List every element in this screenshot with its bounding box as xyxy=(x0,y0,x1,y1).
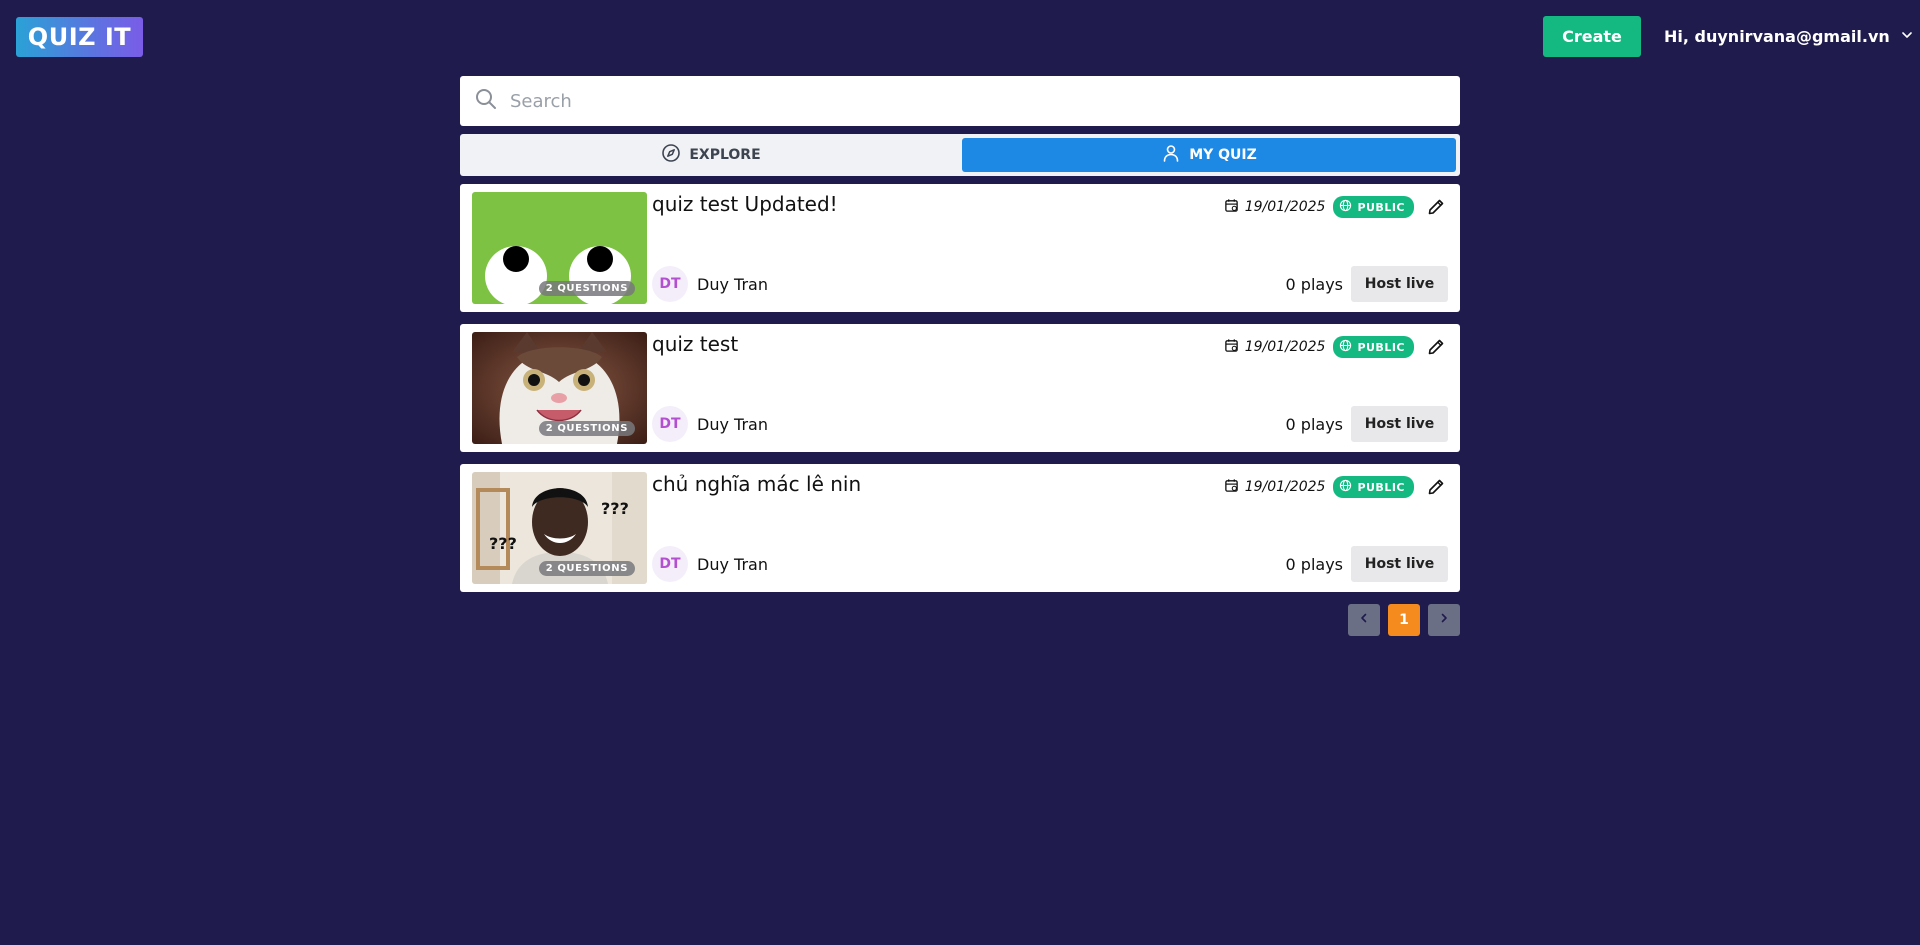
quiz-title[interactable]: chủ nghĩa mác lê nin xyxy=(652,472,861,496)
globe-icon xyxy=(1339,199,1352,215)
questions-count-badge: 2 QUESTIONS xyxy=(538,281,635,296)
question-marks-label: ??? xyxy=(601,499,629,518)
quiz-card[interactable]: ??? ??? 2 QUESTIONS chủ nghĩa mác lê nin… xyxy=(460,464,1460,592)
compass-icon xyxy=(661,143,681,167)
quiz-card[interactable]: 2 QUESTIONS quiz test Updated! 19/01/202… xyxy=(460,184,1460,312)
author-name: Duy Tran xyxy=(697,274,768,294)
quiz-actions: 0 plays Host live xyxy=(1286,266,1448,302)
quiz-author: DT Duy Tran xyxy=(652,546,768,582)
search-bar xyxy=(460,76,1460,126)
plays-count: 0 plays xyxy=(1285,414,1343,434)
quiz-author: DT Duy Tran xyxy=(652,266,768,302)
quiz-author: DT Duy Tran xyxy=(652,406,768,442)
page-number-button[interactable]: 1 xyxy=(1388,604,1420,636)
host-live-button[interactable]: Host live xyxy=(1351,406,1448,442)
quiz-thumbnail: 2 QUESTIONS xyxy=(472,192,647,304)
host-live-button[interactable]: Host live xyxy=(1351,266,1448,302)
edit-pencil-icon[interactable] xyxy=(1426,337,1446,357)
quiz-tabs: EXPLORE MY QUIZ xyxy=(460,134,1460,176)
plays-count: 0 plays xyxy=(1285,554,1343,574)
tab-explore-label: EXPLORE xyxy=(689,147,761,163)
plays-count: 0 plays xyxy=(1285,274,1343,294)
visibility-badge: PUBLIC xyxy=(1333,196,1414,218)
globe-icon xyxy=(1339,339,1352,355)
quiz-meta: 19/01/2025 PUBLIC xyxy=(1224,476,1446,498)
questions-count-badge: 2 QUESTIONS xyxy=(538,561,635,576)
pagination: 1 xyxy=(1348,604,1460,636)
globe-icon xyxy=(1339,479,1352,495)
tab-my-quiz-label: MY QUIZ xyxy=(1189,147,1257,163)
quiz-card[interactable]: 2 QUESTIONS quiz test 19/01/2025 PUBLIC … xyxy=(460,324,1460,452)
quiz-title[interactable]: quiz test Updated! xyxy=(652,192,838,216)
calendar-icon xyxy=(1224,478,1239,497)
quiz-meta: 19/01/2025 PUBLIC xyxy=(1224,196,1446,218)
user-icon xyxy=(1161,143,1181,167)
question-marks-label: ??? xyxy=(489,534,517,553)
visibility-label: PUBLIC xyxy=(1357,480,1405,494)
quiz-meta: 19/01/2025 PUBLIC xyxy=(1224,336,1446,358)
avatar: DT xyxy=(652,406,688,442)
quiz-thumbnail: ??? ??? 2 QUESTIONS xyxy=(472,472,647,584)
quiz-title[interactable]: quiz test xyxy=(652,332,738,356)
search-icon xyxy=(474,87,498,115)
chevron-left-icon xyxy=(1358,612,1370,628)
avatar: DT xyxy=(652,546,688,582)
quiz-date: 19/01/2025 xyxy=(1244,479,1326,495)
quiz-thumbnail: 2 QUESTIONS xyxy=(472,332,647,444)
edit-pencil-icon[interactable] xyxy=(1426,477,1446,497)
calendar-icon xyxy=(1224,198,1239,217)
visibility-label: PUBLIC xyxy=(1357,200,1405,214)
visibility-badge: PUBLIC xyxy=(1333,476,1414,498)
user-menu[interactable]: Hi, duynirvana@gmail.vn xyxy=(1664,16,1914,57)
author-name: Duy Tran xyxy=(697,554,768,574)
avatar: DT xyxy=(652,266,688,302)
prev-page-button[interactable] xyxy=(1348,604,1380,636)
user-greeting: Hi, duynirvana@gmail.vn xyxy=(1664,27,1890,46)
author-name: Duy Tran xyxy=(697,414,768,434)
create-button[interactable]: Create xyxy=(1543,16,1641,57)
tab-explore[interactable]: EXPLORE xyxy=(464,138,958,172)
quiz-actions: 0 plays Host live xyxy=(1286,406,1448,442)
app-logo[interactable]: QUIZ IT xyxy=(16,17,143,57)
quiz-date: 19/01/2025 xyxy=(1244,339,1326,355)
next-page-button[interactable] xyxy=(1428,604,1460,636)
edit-pencil-icon[interactable] xyxy=(1426,197,1446,217)
host-live-button[interactable]: Host live xyxy=(1351,546,1448,582)
visibility-label: PUBLIC xyxy=(1357,340,1405,354)
search-input[interactable] xyxy=(510,76,1460,126)
quiz-actions: 0 plays Host live xyxy=(1286,546,1448,582)
questions-count-badge: 2 QUESTIONS xyxy=(538,421,635,436)
chevron-right-icon xyxy=(1438,612,1450,628)
chevron-down-icon xyxy=(1900,27,1914,46)
quiz-date: 19/01/2025 xyxy=(1244,199,1326,215)
calendar-icon xyxy=(1224,338,1239,357)
visibility-badge: PUBLIC xyxy=(1333,336,1414,358)
tab-my-quiz[interactable]: MY QUIZ xyxy=(962,138,1456,172)
